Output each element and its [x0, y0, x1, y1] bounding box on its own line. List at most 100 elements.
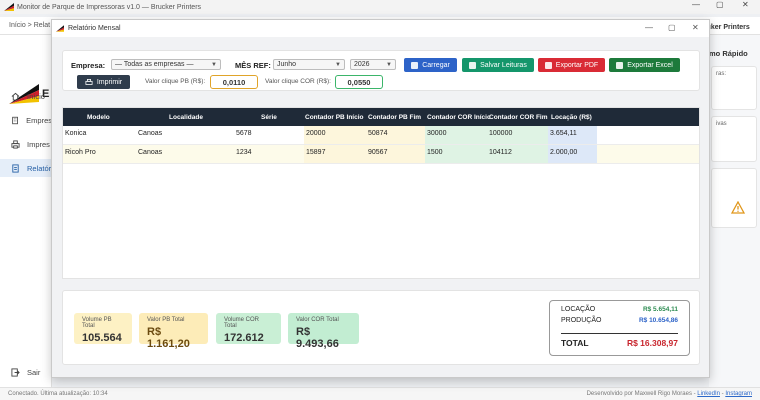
sidebar-item-inicio[interactable]: Início [0, 87, 52, 105]
imprimir-button[interactable]: Imprimir [77, 75, 130, 89]
sidebar-item-label: Empres [26, 115, 52, 125]
empresa-select[interactable]: — Todas as empresas — ▼ [111, 59, 221, 70]
col-header: Contador PB Início [305, 114, 364, 121]
app-titlebar: Monitor de Parque de Impressoras v1.0 — … [0, 0, 760, 14]
cell-cor-inicio: 30000 [425, 126, 487, 144]
cell-locacao: 2.000,00 [548, 145, 597, 163]
cell-modelo: Ricoh Pro [65, 149, 96, 156]
dialog-title: Relatório Mensal [68, 25, 121, 32]
brand-name-fragment: cker Printers [707, 22, 750, 33]
chevron-down-icon: ▼ [211, 62, 217, 68]
dialog-close-icon[interactable]: ✕ [692, 23, 699, 32]
sidebar-item-label: Relatór [27, 163, 52, 173]
cell-localidade: Canoas [138, 130, 163, 137]
app-title: Monitor de Parque de Impressoras v1.0 — … [17, 3, 202, 11]
col-header: Localidade [169, 114, 203, 121]
quick-summary-panel: cker Printers mo Rápido ras: ivas [707, 22, 760, 387]
exportar-pdf-button[interactable]: Exportar PDF [538, 58, 605, 72]
cell-serie: 5678 [236, 130, 252, 137]
maximize-icon[interactable]: ▢ [716, 0, 724, 9]
volume-cor-card: Volume COR Total 172.612 [216, 313, 281, 344]
cell-pb-fim: 90567 [366, 145, 425, 163]
minimize-icon[interactable]: — [692, 0, 700, 9]
instagram-link[interactable]: Instagram [725, 391, 752, 397]
quick-summary-title: mo Rápido [709, 49, 748, 58]
ano-select[interactable]: 2026 ▼ [350, 59, 396, 70]
col-header: Contador COR Fim [489, 114, 548, 121]
valor-cor-label: Valor clique COR (R$): [265, 78, 331, 85]
valor-pb-input[interactable]: 0,0110 [210, 75, 258, 89]
mes-select[interactable]: Junho ▼ [273, 59, 345, 70]
mes-ref-label: MÊS REF: [235, 61, 271, 70]
logout-button[interactable]: Sair [0, 363, 52, 381]
sidebar: E Início Empres Impres Relatór Sair [0, 35, 52, 387]
app-logo-icon [56, 25, 64, 32]
col-header: Modelo [87, 114, 110, 121]
close-icon[interactable]: ✕ [742, 0, 749, 9]
col-header: Série [261, 114, 277, 121]
logout-icon [11, 367, 20, 377]
total-row: TOTAL R$ 16.308,97 [561, 333, 678, 348]
cell-cor-fim: 104112 [487, 145, 548, 163]
report-dialog: Relatório Mensal — ▢ ✕ Empresa: — Todas … [51, 19, 710, 378]
carregar-button[interactable]: Carregar [404, 58, 457, 72]
locacao-row: LOCAÇÃO R$ 5.654,11 [561, 306, 678, 313]
alert-card [711, 168, 757, 228]
cell-pb-fim: 50874 [366, 126, 425, 144]
status-bar: Conectado. Última atualização: 10:34 Des… [0, 387, 760, 400]
filter-panel: Empresa: — Todas as empresas — ▼ MÊS REF:… [62, 50, 700, 91]
cell-modelo: Konica [65, 130, 87, 137]
valor-pb-label: Valor clique PB (R$): [145, 78, 206, 85]
readings-table: Modelo Localidade Série Contador PB Iníc… [62, 107, 700, 279]
warning-icon [731, 201, 745, 214]
cell-serie: 1234 [236, 149, 252, 156]
app-logo-icon [4, 3, 14, 11]
dialog-minimize-icon[interactable]: — [645, 23, 653, 32]
excel-icon [616, 61, 624, 69]
volume-pb-card: Volume PB Total 105.564 [74, 313, 132, 344]
table-row[interactable]: Ricoh Pro Canoas 1234 15897 90567 1500 1… [63, 145, 699, 164]
col-header: Locação (R$) [551, 114, 592, 121]
printer-icon [85, 78, 93, 85]
salvar-leituras-button[interactable]: Salvar Leituras [462, 58, 534, 72]
cell-locacao: 3.654,11 [548, 126, 597, 144]
dialog-titlebar: Relatório Mensal — ▢ ✕ [52, 20, 709, 37]
cell-cor-inicio: 1500 [425, 145, 487, 163]
cell-pb-inicio: 15897 [304, 145, 366, 163]
credits: Desenvolvido por Maxwell Rigo Moraes - L… [586, 391, 752, 397]
sidebar-item-label: Impres [27, 139, 50, 149]
logout-label: Sair [27, 367, 41, 377]
cell-localidade: Canoas [138, 149, 163, 156]
empresa-label: Empresa: [71, 61, 106, 70]
summary-card: ras: [711, 66, 757, 110]
cell-pb-inicio: 20000 [304, 126, 366, 144]
sidebar-item-impressoras[interactable]: Impres [0, 135, 52, 153]
col-header: Contador COR Inícic [427, 114, 491, 121]
exportar-excel-button[interactable]: Exportar Excel [609, 58, 680, 72]
valor-pb-card: Valor PB Total R$ 1.161,20 [139, 313, 208, 350]
report-icon [12, 163, 19, 173]
save-icon [469, 61, 477, 69]
producao-row: PRODUÇÃO R$ 10.654,86 [561, 317, 678, 324]
linkedin-link[interactable]: LinkedIn [697, 391, 720, 397]
pdf-icon [544, 61, 552, 69]
table-row[interactable]: Konica Canoas 5678 20000 50874 30000 100… [63, 126, 699, 145]
dialog-maximize-icon[interactable]: ▢ [668, 23, 676, 32]
valor-cor-card: Valor COR Total R$ 9.493,66 [288, 313, 359, 350]
printer-icon [11, 139, 20, 149]
status-text: Conectado. Última atualização: 10:34 [8, 391, 108, 397]
building-icon [12, 116, 18, 124]
table-header: Modelo Localidade Série Contador PB Iníc… [63, 108, 699, 126]
col-header: Contador PB Fim [368, 114, 422, 121]
chevron-down-icon: ▼ [335, 62, 341, 68]
chevron-down-icon: ▼ [386, 62, 392, 68]
cell-cor-fim: 100000 [487, 126, 548, 144]
summary-panel: Volume PB Total 105.564 Valor PB Total R… [62, 290, 700, 365]
sidebar-item-empresas[interactable]: Empres [0, 111, 52, 129]
sidebar-item-label: Início [27, 91, 45, 101]
summary-card: ivas [711, 116, 757, 162]
totals-box: LOCAÇÃO R$ 5.654,11 PRODUÇÃO R$ 10.654,8… [549, 300, 690, 356]
home-icon [11, 92, 20, 101]
sidebar-item-relatorios[interactable]: Relatór [0, 159, 52, 177]
valor-cor-input[interactable]: 0,0550 [335, 75, 383, 89]
